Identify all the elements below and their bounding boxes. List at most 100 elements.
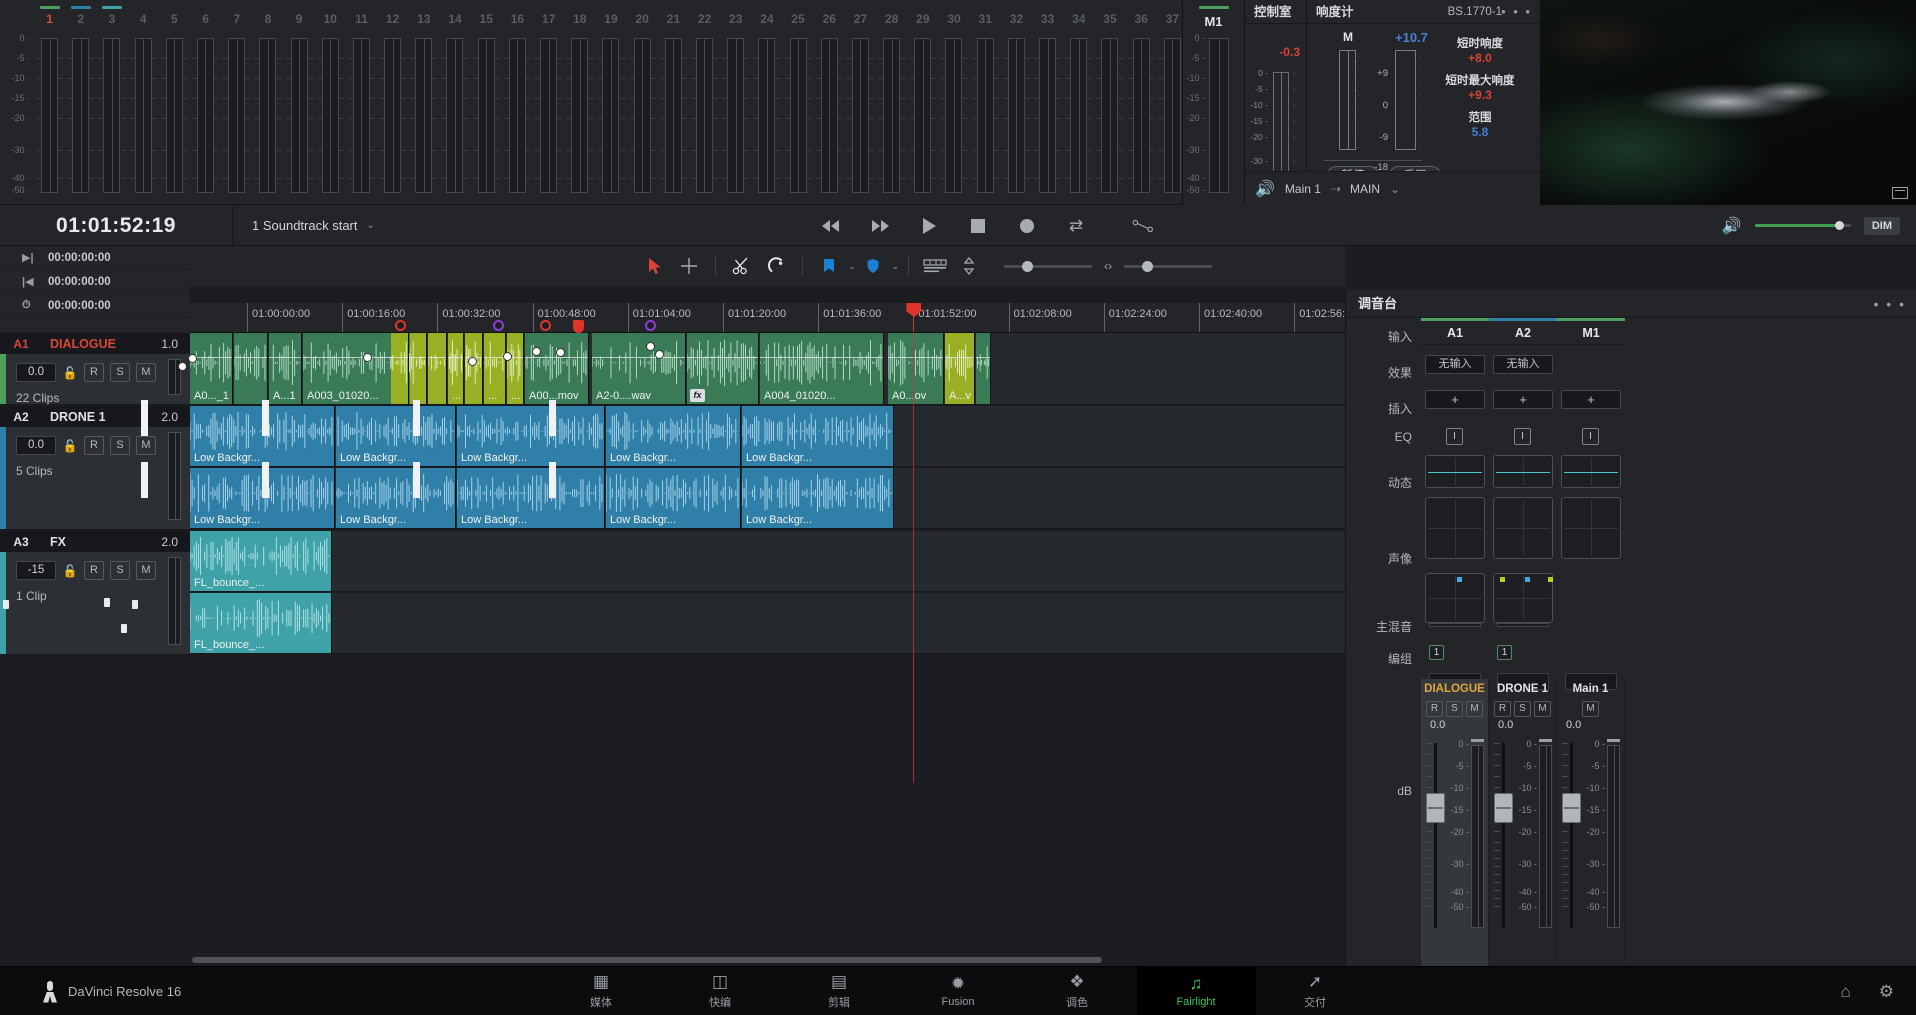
meter-channel-34[interactable]: 34 (1063, 0, 1094, 204)
strip-pan-control[interactable] (1425, 573, 1485, 623)
video-viewer[interactable] (1540, 0, 1916, 205)
timeline-zoom-slider-knob[interactable] (1022, 260, 1034, 272)
timeline-clip[interactable]: FL_bounce_... (190, 593, 332, 653)
meter-channel-4[interactable]: 4 (128, 0, 159, 204)
settings-gear-icon[interactable]: ⚙ (1879, 982, 1894, 1002)
timecode-row-0[interactable]: ▶| 00:00:00:00 (0, 246, 190, 270)
play-button[interactable] (918, 215, 940, 237)
meter-channel-21[interactable]: 21 (658, 0, 689, 204)
automation-keyframe[interactable] (468, 357, 477, 366)
meter-channel-33[interactable]: 33 (1032, 0, 1063, 204)
fader-m-button[interactable]: M (1534, 701, 1551, 717)
fader-value[interactable]: 0.0 (1489, 719, 1556, 731)
meter-channel-24[interactable]: 24 (751, 0, 782, 204)
strip-pan-bar[interactable] (1497, 623, 1549, 627)
meter-channel-9[interactable]: 9 (284, 0, 315, 204)
timeline-clip[interactable]: Low Backgr... (606, 406, 741, 466)
clip-edge-handle[interactable] (549, 400, 556, 436)
track-name[interactable]: FX (42, 535, 161, 549)
clip-edge-handle[interactable] (413, 462, 420, 498)
strip-insert-slot[interactable]: I (1446, 428, 1463, 445)
timeline-clip[interactable]: Low Backgr... (742, 468, 894, 528)
timeline-clip[interactable]: fx (687, 333, 759, 404)
chevron-down-icon[interactable]: ⌄ (848, 261, 856, 272)
flag-marker-tool[interactable] (812, 246, 846, 286)
playhead[interactable] (906, 303, 922, 332)
timeline-horizontal-scrollbar[interactable] (192, 957, 1102, 963)
automation-keyframe[interactable] (655, 350, 664, 359)
loudness-standard[interactable]: BS.1770-1 (1448, 0, 1502, 24)
track-r-button[interactable]: R (84, 436, 104, 455)
track-title-row[interactable]: A3 FX 2.0 (0, 531, 190, 552)
meter-channel-2[interactable]: 2 (65, 0, 96, 204)
strip-insert-slot[interactable]: I (1582, 428, 1599, 445)
chevron-down-icon[interactable]: ⌄ (892, 261, 900, 272)
timeline-clip[interactable]: Low Backgr... (336, 406, 456, 466)
loudness-menu-icon[interactable]: • • • (1501, 0, 1532, 24)
fader-s-button[interactable]: S (1446, 701, 1463, 717)
strip-dynamics-graph[interactable] (1493, 497, 1553, 559)
main-timecode-display[interactable]: 01:01:52:19 (0, 205, 233, 246)
strip-pan-control[interactable] (1493, 573, 1553, 623)
meter-channel-30[interactable]: 30 (938, 0, 969, 204)
strip-main-bus-button[interactable]: 1 (1497, 645, 1512, 660)
fader-track-name[interactable]: Main 1 (1557, 679, 1624, 699)
record-button[interactable] (1016, 215, 1038, 237)
strip-input-field[interactable]: 无输入 (1493, 355, 1553, 374)
meter-channel-36[interactable]: 36 (1126, 0, 1157, 204)
meter-channel-17[interactable]: 17 (533, 0, 564, 204)
automation-button[interactable] (1132, 215, 1154, 237)
stop-button[interactable] (967, 215, 989, 237)
fader-s-button[interactable]: S (1514, 701, 1531, 717)
track-header-A1[interactable]: A1 DIALOGUE 1.0 0.0 🔓 R S M 22 Clips (0, 333, 190, 405)
track-m-button[interactable]: M (136, 363, 156, 382)
meter-channel-27[interactable]: 27 (845, 0, 876, 204)
timeline-selector[interactable]: 1 Soundtrack start ⌄ (252, 205, 375, 246)
snap-magnet-tool[interactable] (759, 246, 793, 286)
fader-rail[interactable] (1434, 743, 1437, 928)
track-gain-field[interactable]: 0.0 (16, 363, 56, 382)
strip-add-effect-button[interactable]: + (1561, 390, 1621, 409)
strip-input-field[interactable]: 无输入 (1425, 355, 1485, 374)
automation-keyframe[interactable] (532, 347, 541, 356)
timeline-clip[interactable] (234, 333, 268, 404)
fader-track-name[interactable]: DIALOGUE (1421, 679, 1488, 699)
timeline-clip[interactable]: ... (484, 333, 506, 404)
marker-shield-tool[interactable] (856, 246, 890, 286)
track-lane-A3-0[interactable]: FL_bounce_... (190, 531, 1345, 592)
mixer-menu-icon[interactable]: • • • (1874, 290, 1906, 318)
timeline-clip[interactable]: FL_bounce_... (190, 531, 332, 591)
strip-eq-curve[interactable] (1425, 455, 1485, 488)
timeline-clip[interactable]: Low Backgr... (742, 406, 894, 466)
fader-knob[interactable] (1494, 793, 1513, 823)
chevron-down-icon[interactable]: ⌄ (1390, 182, 1400, 196)
meter-channel-12[interactable]: 12 (377, 0, 408, 204)
fader-m-button[interactable]: M (1582, 701, 1599, 717)
clip-edge-handle[interactable] (262, 400, 269, 436)
track-lane-A3-1[interactable]: FL_bounce_... (190, 593, 1345, 654)
vertical-zoom-tool[interactable] (952, 246, 986, 286)
strip-main-bus-button[interactable]: 1 (1429, 645, 1444, 660)
automation-keyframe[interactable] (503, 352, 512, 361)
timeline-marker[interactable] (645, 320, 656, 331)
strip-add-effect-button[interactable]: + (1493, 390, 1553, 409)
fader-m-button[interactable]: M (1466, 701, 1483, 717)
meter-channel-19[interactable]: 19 (595, 0, 626, 204)
track-header-A2[interactable]: A2 DRONE 1 2.0 0.0 🔓 R S M 5 Clips (0, 406, 190, 530)
lock-icon[interactable]: 🔓 (62, 439, 78, 453)
fader-r-button[interactable]: R (1494, 701, 1511, 717)
project-manager-icon[interactable]: ⌂ (1840, 982, 1850, 1002)
meter-channel-15[interactable]: 15 (471, 0, 502, 204)
nav-page-cut[interactable]: ◫ 快编 (661, 967, 780, 1015)
clip-fade-handle[interactable] (121, 624, 127, 633)
meter-channel-5[interactable]: 5 (159, 0, 190, 204)
fader-strip-2[interactable]: DRONE 1RSM0.00-5-10-15-20-30-40-50 (1489, 679, 1557, 966)
volume-speaker-icon[interactable]: 🔊 (1722, 216, 1742, 236)
dim-button[interactable]: DIM (1863, 216, 1900, 235)
fader-knob[interactable] (1562, 793, 1581, 823)
control-room-output-bus[interactable]: MAIN (1350, 182, 1380, 196)
selection-arrow-tool[interactable] (638, 246, 672, 286)
meter-channel-26[interactable]: 26 (814, 0, 845, 204)
meter-channel-14[interactable]: 14 (439, 0, 470, 204)
track-layout-tool[interactable] (918, 246, 952, 286)
